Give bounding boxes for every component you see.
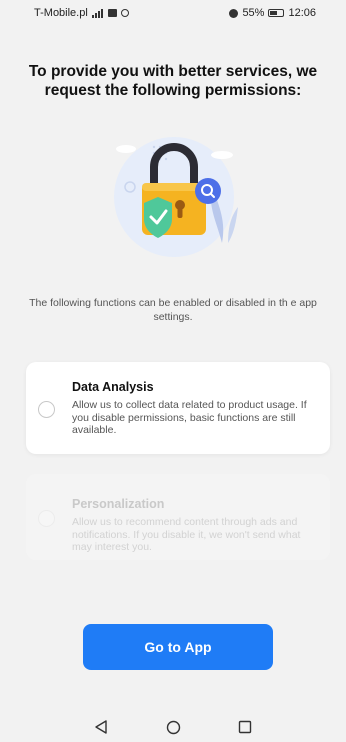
- carrier-label: T-Mobile.pl: [34, 7, 88, 19]
- battery-percent: 55%: [242, 7, 265, 19]
- personalization-radio: [38, 510, 55, 527]
- permission-description: Allow us to collect data related to prod…: [72, 399, 307, 436]
- clock: 12:06: [288, 7, 316, 19]
- permission-description: Allow us to recommend content through ad…: [72, 516, 301, 553]
- alarm-icon: [229, 8, 239, 18]
- back-icon[interactable]: [91, 717, 111, 737]
- status-bar: T-Mobile.pl 55% 12:06: [0, 0, 346, 26]
- home-icon[interactable]: [163, 717, 183, 737]
- data-analysis-radio[interactable]: [38, 401, 55, 418]
- go-to-app-button[interactable]: Go to App: [83, 624, 273, 670]
- message-icon: [107, 9, 117, 17]
- lock-illustration: [114, 137, 238, 257]
- signal-icon: [91, 8, 104, 18]
- battery-icon: [268, 9, 285, 17]
- status-left: T-Mobile.pl: [34, 7, 129, 19]
- app-notification-icon: [120, 9, 129, 17]
- system-nav-bar: [0, 712, 346, 742]
- permission-title: Data Analysis: [72, 380, 154, 394]
- recents-icon[interactable]: [235, 717, 255, 737]
- permission-personalization: Personalization Allow us to recommend co…: [26, 474, 330, 560]
- status-right: 55% 12:06: [229, 7, 316, 19]
- permission-title: Personalization: [72, 497, 165, 511]
- page-title: To provide you with better services, we …: [28, 63, 318, 99]
- permission-data-analysis[interactable]: Data Analysis Allow us to collect data r…: [26, 362, 330, 454]
- settings-note: The following functions can be enabled o…: [29, 297, 317, 323]
